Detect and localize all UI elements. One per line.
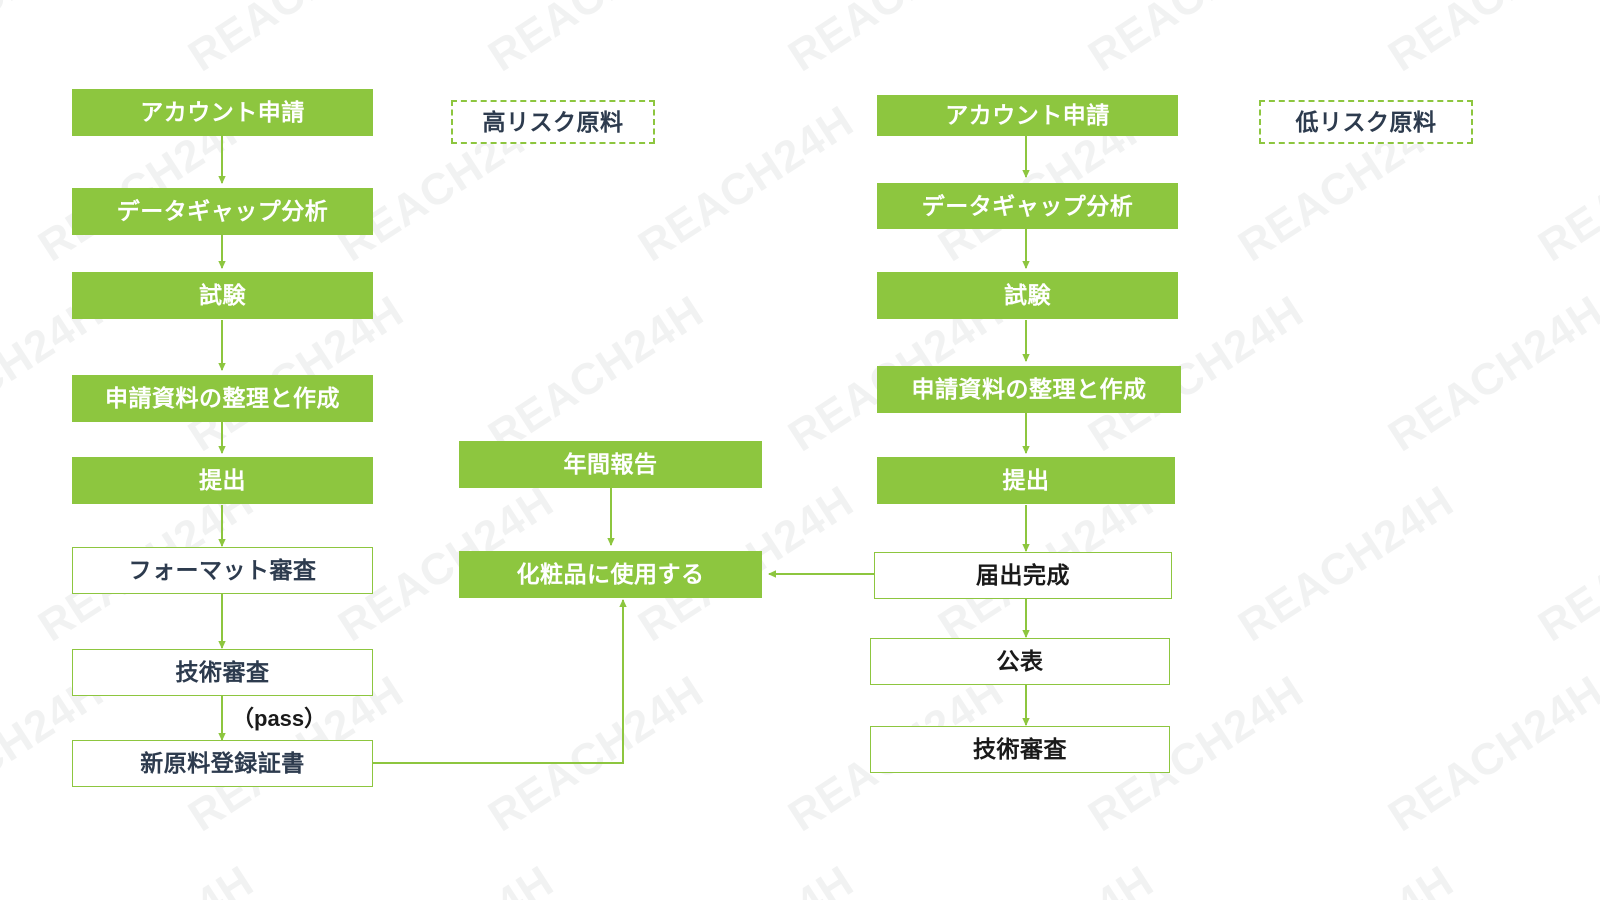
watermark-text: REACH24H xyxy=(330,856,563,900)
node-lr-account-application[interactable]: アカウント申請 xyxy=(877,95,1178,136)
watermark-text: REACH24H xyxy=(480,666,713,842)
flowchart-canvas: REACH24H REACH24H REACH24H REACH24H REACH24H… xyxy=(0,0,1600,900)
node-lr-filing-complete[interactable]: 届出完成 xyxy=(874,552,1172,599)
node-annual-report[interactable]: 年間報告 xyxy=(459,441,762,488)
node-hr-testing[interactable]: 試験 xyxy=(72,272,373,319)
watermark-text: REACH24H xyxy=(480,286,713,462)
node-hr-submission[interactable]: 提出 xyxy=(72,457,373,504)
node-hr-new-ingredient-certificate[interactable]: 新原料登録証書 xyxy=(72,740,373,787)
node-lr-testing[interactable]: 試験 xyxy=(877,272,1178,319)
watermark-text: REACH24H xyxy=(630,96,863,272)
watermark-text: REACH24H xyxy=(1080,0,1313,82)
watermark-text: REACH24H xyxy=(180,0,413,82)
node-hr-account-application[interactable]: アカウント申請 xyxy=(72,89,373,136)
node-lr-submission[interactable]: 提出 xyxy=(877,457,1175,504)
watermark-text: REACH24H xyxy=(630,856,863,900)
watermark-text: REACH24H xyxy=(480,0,713,82)
watermark-text: REACH24H xyxy=(1530,96,1600,272)
watermark-text: REACH24H xyxy=(30,856,263,900)
watermark-text: REACH24H xyxy=(1230,856,1463,900)
edge-label-hr-pass: （pass） xyxy=(232,706,327,731)
label-low-risk-ingredient: 低リスク原料 xyxy=(1259,100,1473,144)
watermark-text: REACH24H xyxy=(1530,476,1600,652)
node-hr-technical-review[interactable]: 技術審査 xyxy=(72,649,373,696)
node-hr-format-review[interactable]: フォーマット審査 xyxy=(72,547,373,594)
edge-hr-certificate-to-usecosm xyxy=(373,599,627,764)
node-hr-dossier-preparation[interactable]: 申請資料の整理と作成 xyxy=(72,375,373,422)
watermark-text: REACH24H xyxy=(1380,666,1600,842)
watermark-text: REACH24H xyxy=(1380,0,1600,82)
watermark-text: REACH24H xyxy=(780,0,1013,82)
node-lr-publication[interactable]: 公表 xyxy=(870,638,1170,685)
node-lr-dossier-preparation[interactable]: 申請資料の整理と作成 xyxy=(877,366,1181,413)
watermark-text: REACH24H xyxy=(930,856,1163,900)
watermark-text: REACH24H xyxy=(1530,856,1600,900)
node-lr-technical-review[interactable]: 技術審査 xyxy=(870,726,1170,773)
node-hr-data-gap-analysis[interactable]: データギャップ分析 xyxy=(72,188,373,235)
label-high-risk-ingredient: 高リスク原料 xyxy=(451,100,655,144)
watermark-text: REACH24H xyxy=(1230,476,1463,652)
node-use-in-cosmetics[interactable]: 化粧品に使用する xyxy=(459,551,762,598)
watermark-text: REACH24H xyxy=(1380,286,1600,462)
watermark-text: REACH24H xyxy=(0,0,113,82)
node-lr-data-gap-analysis[interactable]: データギャップ分析 xyxy=(877,183,1178,229)
